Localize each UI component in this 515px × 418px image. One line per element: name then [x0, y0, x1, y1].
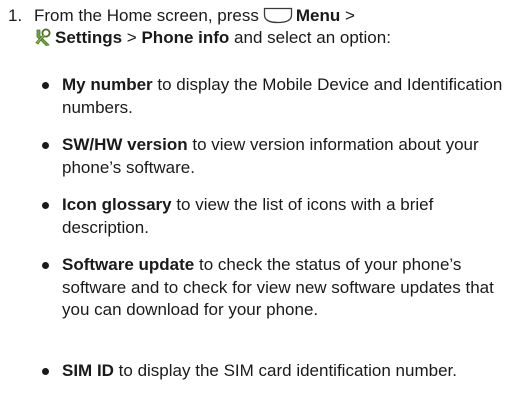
option-text: Software update to check the status of y… [42, 254, 507, 322]
option-term: My number [62, 75, 153, 94]
option-term: SIM ID [62, 361, 114, 380]
option-term: Icon glossary [62, 195, 172, 214]
bullet-icon [42, 368, 49, 375]
step-line-2: Settings > Phone info and select an opti… [8, 27, 508, 49]
breadcrumb-separator: > [344, 6, 355, 25]
option-description: to display the SIM card identification n… [113, 361, 457, 380]
bullet-icon [42, 82, 49, 89]
phone-info-label: Phone info [141, 28, 230, 47]
option-text: My number to display the Mobile Device a… [42, 74, 507, 119]
option-software-update: Software update to check the status of y… [42, 254, 507, 322]
option-my-number: My number to display the Mobile Device a… [42, 74, 507, 119]
bullet-icon [42, 262, 49, 269]
option-text: SIM ID to display the SIM card identific… [42, 360, 507, 383]
menu-label: Menu [295, 6, 341, 25]
option-term: Software update [62, 255, 195, 274]
bullet-icon [42, 142, 49, 149]
menu-key-icon [263, 7, 293, 24]
step-1: 1. From the Home screen, press Menu > Sett… [8, 5, 508, 49]
step-line-1: 1. From the Home screen, press Menu > [8, 5, 508, 27]
settings-label: Settings [55, 28, 123, 47]
settings-icon [34, 28, 51, 46]
option-sim-id: SIM ID to display the SIM card identific… [42, 360, 507, 383]
step-intro: From the Home screen, press [34, 6, 259, 25]
step-tail: and select an option: [234, 28, 391, 47]
bullet-icon [42, 202, 49, 209]
breadcrumb-separator: > [126, 28, 137, 47]
option-term: SW/HW version [62, 135, 188, 154]
option-sw-hw-version: SW/HW version to view version informatio… [42, 134, 507, 179]
option-text: Icon glossary to view the list of icons … [42, 194, 507, 239]
step-number: 1. [8, 6, 23, 25]
option-text: SW/HW version to view version informatio… [42, 134, 507, 179]
option-icon-glossary: Icon glossary to view the list of icons … [42, 194, 507, 239]
